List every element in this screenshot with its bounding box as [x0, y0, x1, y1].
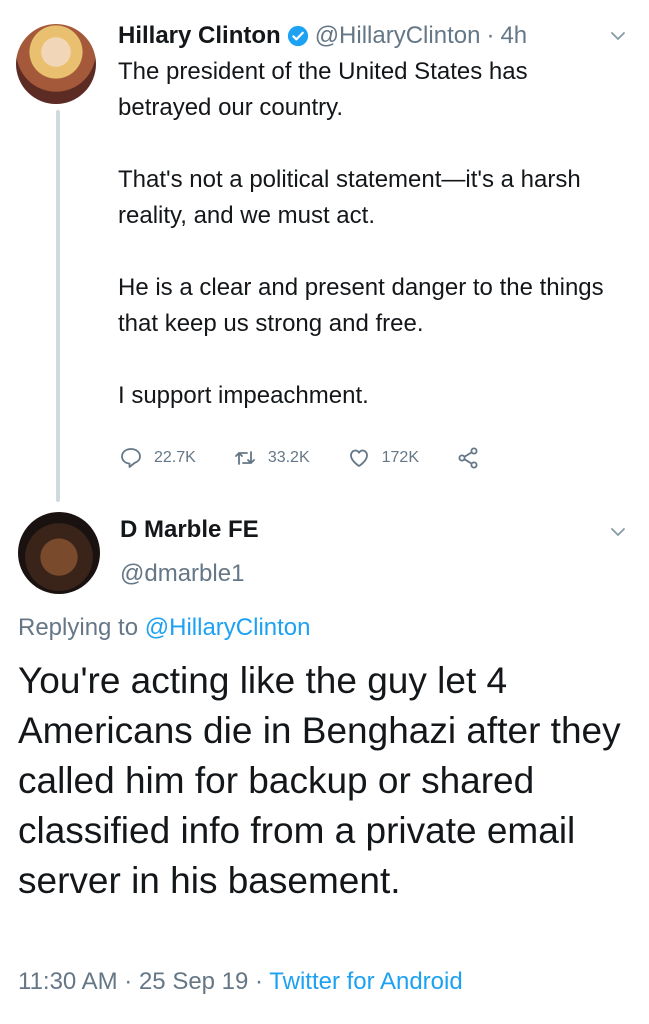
replying-to: Replying to @HillaryClinton [18, 614, 311, 642]
share-icon [458, 447, 478, 469]
replying-mention-link[interactable]: @HillaryClinton [145, 614, 311, 641]
reply-footer: 11:30 AM · 25 Sep 19 · Twitter for Andro… [18, 968, 463, 996]
reply-text: You're acting like the guy let 4 America… [18, 660, 621, 901]
replying-prefix: Replying to [18, 614, 139, 641]
tweet-paragraph: The president of the United States has b… [118, 58, 528, 121]
reply-count: 22.7K [154, 449, 196, 466]
tweet-paragraph: That's not a political statement—it's a … [118, 166, 581, 229]
chevron-down-icon[interactable] [608, 522, 628, 542]
reply-icon [121, 448, 141, 468]
reply-source-link[interactable]: Twitter for Android [269, 968, 462, 995]
verified-badge-icon [287, 25, 308, 47]
retweet-count: 33.2K [267, 449, 310, 466]
tweet-time[interactable]: 4h [500, 22, 527, 50]
reply-button[interactable]: 22.7K [118, 445, 196, 471]
chevron-down-icon[interactable] [608, 26, 628, 46]
tweet-paragraph: He is a clear and present danger to the … [118, 274, 604, 337]
like-count: 172K [381, 449, 419, 466]
reply-author-handle[interactable]: @dmarble1 [120, 560, 244, 588]
reply-author-name[interactable]: D Marble FE [120, 516, 259, 544]
tweet-paragraph: I support impeachment. [118, 382, 369, 409]
tweet-text: The president of the United States has b… [118, 54, 618, 450]
avatar-hillary-clinton[interactable] [16, 24, 96, 104]
avatar-d-marble[interactable] [18, 512, 100, 594]
separator: · [486, 22, 495, 49]
retweet-icon [234, 451, 255, 465]
like-button[interactable]: 172K [346, 445, 419, 471]
retweet-button[interactable]: 33.2K [232, 445, 310, 471]
thread-line [56, 110, 60, 502]
author-handle[interactable]: @HillaryClinton [315, 22, 481, 50]
reply-timestamp[interactable]: 11:30 AM · 25 Sep 19 · [18, 968, 263, 995]
tweet-header: Hillary Clinton @HillaryClinton · 4h [118, 18, 527, 54]
tweet-actions: 22.7K 33.2K 172K [118, 440, 527, 476]
share-button[interactable] [455, 445, 491, 471]
author-name[interactable]: Hillary Clinton [118, 22, 281, 50]
like-icon [349, 449, 368, 467]
